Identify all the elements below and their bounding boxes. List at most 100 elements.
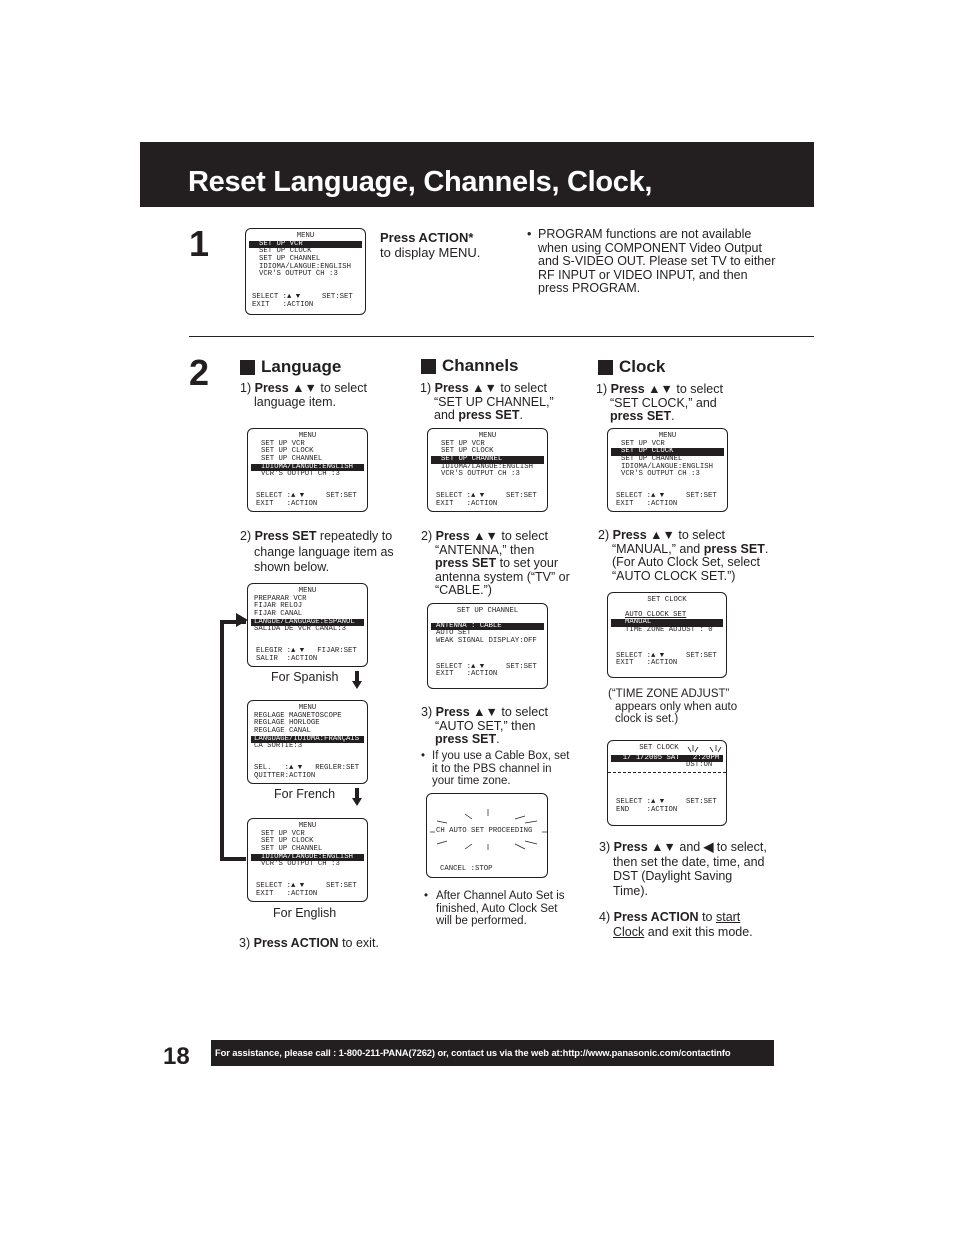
page-number: 18: [163, 1043, 190, 1070]
clock-step-1: 1) Press ▲▼ to select “SET CLOCK,” and p…: [596, 382, 736, 424]
assistance-banner: For assistance, please call : 1-800-211-…: [211, 1040, 774, 1066]
screen-header: SET CLOCK: [647, 596, 687, 604]
language-step-2: 2) Press SET repeatedly to change langua…: [240, 529, 402, 576]
square-bullet-icon: [240, 359, 255, 375]
step-num: 3): [239, 936, 251, 950]
step-bold: Press ACTION: [253, 936, 339, 950]
page-title: Reset Language, Channels, Clock,: [188, 166, 653, 198]
step-text: to: [698, 910, 716, 924]
step-text: .: [671, 409, 675, 423]
step-text: to exit.: [338, 936, 379, 950]
step-bold: Press ▲▼: [434, 381, 497, 395]
clock-note: (“TIME ZONE ADJUST” appears only when au…: [608, 688, 738, 725]
english-menu-screen: MENU SET UP VCR SET UP CLOCK SET UP CHAN…: [247, 818, 368, 902]
loop-bracket: [220, 620, 246, 861]
step-bold: press SET: [703, 541, 765, 556]
set-up-channel-screen: SET UP CHANNEL ANTENNA : CABLE AUTO SET …: [427, 603, 548, 689]
screen-item: SALIDA DE VCR CANAL:3: [254, 625, 346, 634]
step-num: 3): [599, 840, 611, 854]
channels-step-1: 1) Press ▲▼ to select “SET UP CHANNEL,” …: [420, 381, 570, 423]
screen-footer: EXIT :ACTION: [256, 889, 318, 898]
caption-english: For English: [273, 906, 337, 920]
instruction-text: to display MENU.: [380, 245, 481, 260]
clock-step-3: 3) Press ▲▼ and ◀ to select, then set th…: [599, 840, 769, 898]
square-bullet-icon: [598, 359, 613, 375]
step-bold: Press ▲▼: [610, 382, 673, 396]
step-bold: Press ACTION: [613, 910, 699, 924]
screen-footer: EXIT :ACTION: [256, 499, 318, 508]
note-text: If you use a Cable Box, set it to the PB…: [432, 750, 570, 787]
step-bold: Press ▲▼: [435, 529, 498, 543]
screen-footer: EXIT :ACTION: [616, 499, 678, 508]
screen-footer: END :ACTION: [616, 805, 678, 814]
screen-item: VCR'S OUTPUT CH :3: [261, 860, 340, 869]
step-bold: Press SET: [254, 529, 317, 543]
note-text: After Channel Auto Set is finished, Auto…: [436, 890, 565, 927]
screen-item: WEAK SIGNAL DISPLAY:OFF: [436, 637, 537, 646]
channels-note-1: • If you use a Cable Box, set it to the …: [421, 750, 576, 788]
screen-item: CA SORTIE:3: [254, 742, 303, 751]
language-step-3: 3) Press ACTION to exit.: [239, 936, 379, 951]
channels-menu-screen: MENU SET UP VCR SET UP CLOCK SET UP CHAN…: [427, 428, 548, 512]
clock-step-4: 4) Press ACTION to start Clock and exit …: [599, 910, 759, 939]
step-bold: Press ▲▼: [254, 381, 317, 395]
step-bold: press SET: [435, 732, 497, 746]
set-clock-manual-screen: SET CLOCK 1/ 1/2005 SAT 2:20PM DST:ON SE…: [607, 740, 727, 826]
screen-footer: CANCEL :STOP: [440, 865, 493, 873]
language-step-1: 1) Press ▲▼ to select language item.: [240, 381, 390, 409]
title-bar: Reset Language, Channels, Clock,: [140, 142, 814, 207]
language-menu-screen: MENU SET UP VCR SET UP CLOCK SET UP CHAN…: [247, 428, 368, 512]
step1-menu-screen: MENU SET UP VCR SET UP CLOCK SET UP CHAN…: [245, 228, 366, 315]
step1-instruction: Press ACTION* to display MENU.: [380, 230, 510, 260]
instruction-bold: Press ACTION*: [380, 230, 474, 245]
screen-footer: EXIT :ACTION: [252, 300, 314, 309]
screen-status-text: CH AUTO SET PROCEEDING: [436, 827, 533, 835]
heading-text: Channels: [442, 356, 519, 375]
step-bold: Press ▲▼: [613, 840, 676, 854]
flash-lines-icon: [687, 745, 722, 753]
step-text: .: [519, 408, 523, 422]
heading-text: Language: [261, 357, 342, 376]
channels-step-3: 3) Press ▲▼ to select “AUTO SET,” then p…: [421, 705, 571, 747]
step-num: 1): [240, 381, 252, 395]
channels-note-2: • After Channel Auto Set is finished, Au…: [424, 890, 574, 928]
screen-footer: EXIT :ACTION: [436, 670, 498, 679]
screen-item: TIME ZONE ADJUST : 0: [625, 626, 713, 635]
spanish-menu-screen: MENU PREPARAR VCR FIJAR RELOJ FIJAR CANA…: [247, 583, 368, 667]
screen-item: VCR'S OUTPUT CH :3: [441, 470, 520, 479]
note-text: PROGRAM functions are not available when…: [538, 227, 776, 295]
channels-step-2: 2) Press ▲▼ to select “ANTENNA,” then pr…: [421, 529, 571, 598]
step-num: 3): [421, 705, 433, 719]
french-menu-screen: MENU REGLAGE MAGNETOSCOPE REGLAGE HORLOG…: [247, 700, 368, 784]
screen-footer: QUITTER:ACTION: [254, 771, 316, 780]
step-num: 1): [596, 382, 608, 396]
step-text: .: [496, 732, 500, 746]
screen-item: VCR'S OUTPUT CH :3: [261, 470, 340, 479]
step-num: 2): [240, 529, 252, 543]
step-2-number: 2: [189, 352, 210, 393]
step-1-number: 1: [189, 223, 210, 264]
step-bold: press SET: [458, 408, 520, 422]
auto-set-screen: CH AUTO SET PROCEEDING CANCEL :STOP: [426, 793, 548, 878]
section-divider: [189, 336, 814, 337]
step-num: 2): [598, 528, 610, 542]
step-bold: press SET: [610, 409, 672, 423]
step-text: and: [675, 840, 704, 854]
clock-menu-screen: MENU SET UP VCR SET UP CLOCK SET UP CHAN…: [607, 428, 728, 512]
step-bold: Press ▲▼: [612, 528, 675, 542]
screen-footer: EXIT :ACTION: [436, 499, 498, 508]
step-bold: Press ▲▼: [435, 705, 498, 719]
step-underline: Clock: [613, 924, 645, 939]
caption-spanish: For Spanish: [271, 670, 339, 684]
set-clock-screen: SET CLOCK AUTO CLOCK SET MANUAL TIME ZON…: [607, 592, 727, 678]
arrow-down-icon: [352, 788, 362, 806]
step-num: 4): [599, 910, 611, 924]
caption-french: For French: [274, 787, 336, 801]
clock-step-2: 2) Press ▲▼ to select “MANUAL,” and pres…: [598, 528, 783, 583]
step-num: 1): [420, 381, 432, 395]
heading-text: Clock: [619, 357, 666, 376]
screen-item: VCR'S OUTPUT CH :3: [621, 470, 700, 479]
clock-heading: Clock: [598, 357, 665, 377]
screen-footer: EXIT :ACTION: [616, 659, 678, 668]
channels-heading: Channels: [421, 356, 519, 376]
